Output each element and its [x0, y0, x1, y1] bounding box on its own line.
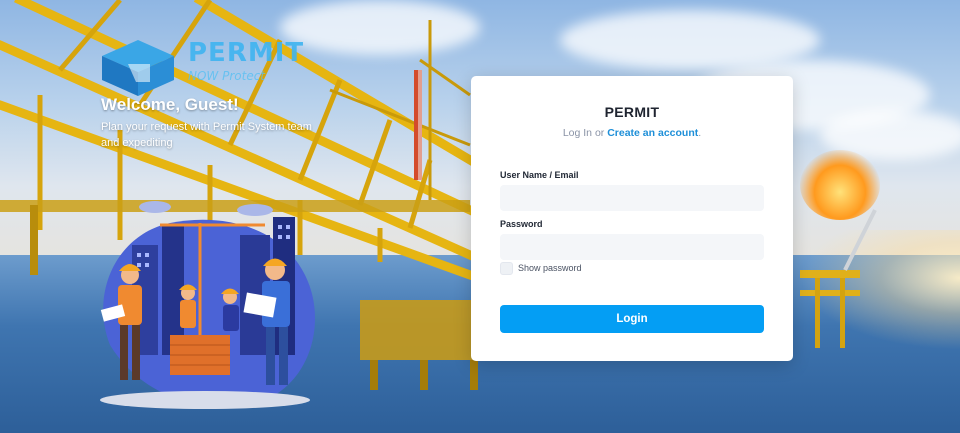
- username-input[interactable]: [500, 185, 764, 211]
- subtitle-suffix: .: [698, 127, 702, 139]
- permit-logo-cube-icon: [102, 40, 174, 96]
- logo-subtitle: NOW Protect: [188, 69, 266, 83]
- brand-logo: PERMIT NOW Protect: [100, 38, 320, 98]
- login-prefix-text: Log In or: [562, 127, 608, 139]
- construction-workers-illustration: [100, 201, 315, 409]
- welcome-heading: Welcome, Guest!: [101, 95, 239, 114]
- card-title: PERMIT: [604, 104, 660, 120]
- card-subtitle: Log In or Create an account.: [471, 127, 793, 139]
- show-password-checkbox[interactable]: [500, 262, 513, 275]
- password-label: Password: [500, 219, 543, 229]
- password-input[interactable]: [500, 234, 764, 260]
- gas-flare: [800, 150, 880, 220]
- username-label: User Name / Email: [500, 170, 579, 180]
- show-password-label[interactable]: Show password: [518, 263, 582, 273]
- hero-tagline: Plan your request with Permit System tea…: [101, 121, 312, 149]
- login-card: PERMIT Log In or Create an account. User…: [471, 76, 793, 361]
- login-button[interactable]: Login: [500, 305, 764, 333]
- logo-wordmark: PERMIT: [188, 38, 305, 68]
- create-account-link[interactable]: Create an account: [607, 127, 698, 139]
